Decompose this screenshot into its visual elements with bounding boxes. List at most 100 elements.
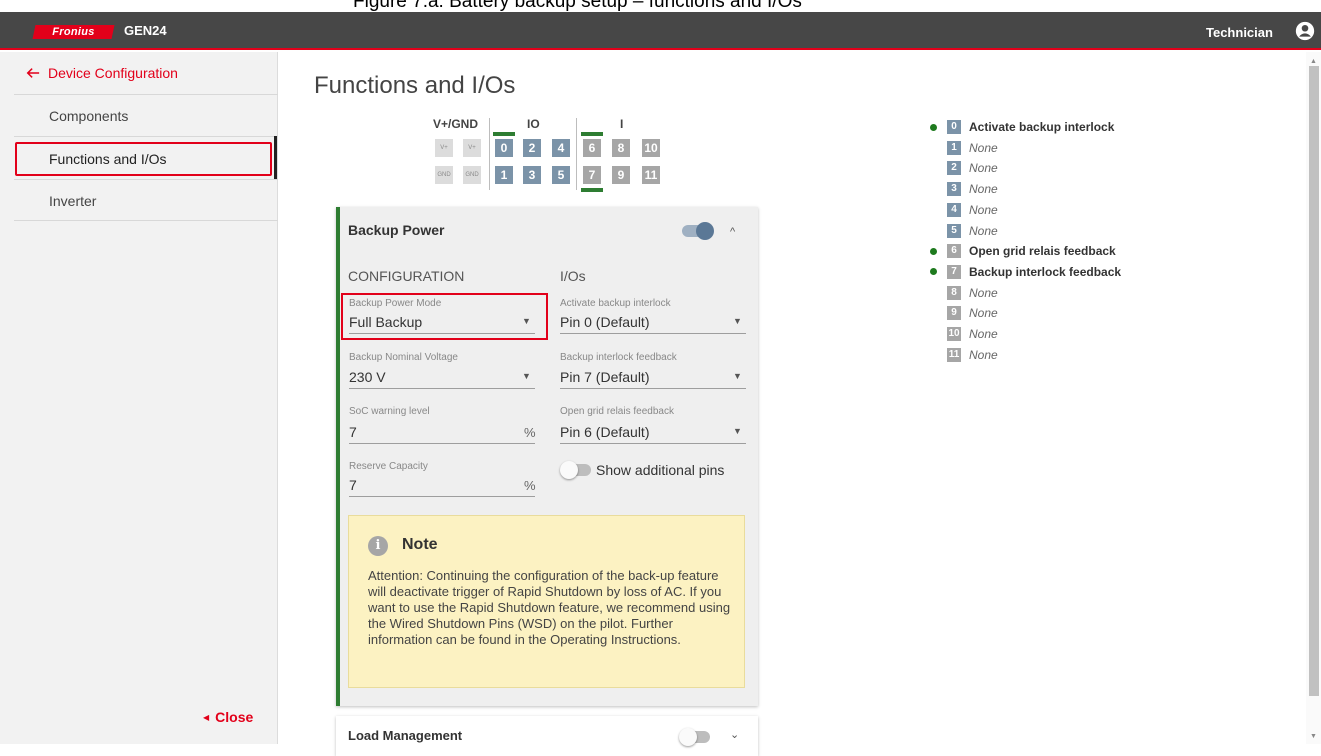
scroll-up-icon[interactable]: ▲: [1310, 58, 1317, 65]
field-underline: [560, 388, 746, 389]
reserve-value: 7: [349, 477, 357, 493]
chevron-down-icon[interactable]: ⌄: [730, 728, 739, 741]
pin-5[interactable]: 5: [552, 166, 570, 184]
pin-function-label: None: [969, 347, 998, 362]
back-link-label: Device Configuration: [48, 65, 178, 81]
info-icon: i: [368, 536, 388, 556]
soc-value: 7: [349, 424, 357, 440]
pin-badge: 6: [947, 244, 961, 259]
pin-6[interactable]: 6: [581, 132, 603, 157]
pin-1[interactable]: 1: [495, 166, 513, 184]
sidebar-item-functions-ios[interactable]: Functions and I/Os: [49, 151, 167, 167]
pin-gnd: GND: [463, 166, 481, 184]
toggle-knob: [560, 461, 578, 479]
pin-3[interactable]: 3: [523, 166, 541, 184]
note-title: Note: [402, 536, 438, 553]
page-title: Functions and I/Os: [314, 72, 516, 99]
sidebar-item-inverter[interactable]: Inverter: [49, 193, 96, 209]
pin-legend-item: 5 None: [930, 222, 998, 240]
note-text: Attention: Continuing the configuration …: [368, 568, 731, 647]
pin-function-label: Backup interlock feedback: [969, 264, 1122, 279]
caret-left-icon: ◀: [203, 712, 210, 722]
fronius-logo: Fronius: [32, 25, 115, 39]
field-underline: [349, 443, 535, 444]
divider: [14, 179, 278, 180]
close-label: Close: [215, 709, 254, 725]
pin-group-vgnd: V+/GND: [433, 117, 479, 131]
status-dot-icon: [930, 123, 937, 131]
pin-function-label: None: [969, 202, 998, 217]
status-dot-icon: [930, 247, 937, 255]
toggle-knob: [679, 728, 697, 746]
chevron-down-icon: ▼: [522, 316, 531, 326]
sidebar: Device Configuration Components Function…: [0, 52, 278, 744]
backup-power-title: Backup Power: [348, 222, 445, 238]
product-name: GEN24: [124, 23, 167, 38]
configuration-heading: CONFIGURATION: [348, 268, 465, 284]
chevron-down-icon: ▼: [733, 316, 742, 326]
soc-label: SoC warning level: [349, 406, 430, 417]
pin-v-plus: V+: [463, 139, 481, 157]
pin-badge: 3: [947, 182, 961, 197]
pin-legend-item: 7 Backup interlock feedback: [930, 263, 1121, 281]
pin-badge: 0: [947, 120, 961, 134]
pin-function-label: None: [969, 327, 998, 341]
field-underline: [349, 388, 535, 389]
pin-9[interactable]: 9: [612, 166, 630, 184]
divider: [489, 118, 490, 190]
soc-unit: %: [524, 425, 536, 440]
close-button[interactable]: ◀ Close: [203, 709, 253, 725]
pin-11[interactable]: 11: [642, 166, 660, 184]
pin-group-i: I: [620, 117, 624, 131]
field-underline: [349, 333, 535, 334]
arrow-left-icon: [26, 68, 40, 78]
reserve-label: Reserve Capacity: [349, 461, 428, 472]
chevron-down-icon: ▼: [522, 371, 531, 381]
toggle-knob: [696, 222, 714, 240]
pin-badge: 7: [947, 264, 961, 279]
divider: [14, 220, 278, 221]
pin-gnd: GND: [435, 166, 453, 184]
pin-badge: 9: [947, 306, 961, 321]
field-underline: [349, 496, 535, 497]
pin-7[interactable]: 7: [581, 166, 603, 192]
pin-0[interactable]: 0: [493, 132, 515, 157]
pin-legend-item: 4 None: [930, 201, 998, 219]
pin-4[interactable]: 4: [552, 139, 570, 157]
pin-badge: 8: [947, 285, 961, 300]
pin-badge: 5: [947, 223, 961, 238]
pin-legend-item: 6 Open grid relais feedback: [930, 242, 1116, 260]
load-management-title: Load Management: [348, 728, 463, 743]
scroll-down-icon[interactable]: ▼: [1310, 733, 1317, 740]
chevron-up-icon[interactable]: ^: [730, 226, 735, 238]
pin-function-label: Activate backup interlock: [969, 120, 1115, 134]
active-indicator: [274, 136, 277, 180]
backup-mode-label: Backup Power Mode: [349, 298, 442, 309]
sidebar-item-components[interactable]: Components: [49, 108, 128, 124]
pin-legend-item: 11 None: [930, 346, 998, 364]
pin-10[interactable]: 10: [642, 139, 660, 157]
pin-2[interactable]: 2: [523, 139, 541, 157]
pin-function-label: None: [969, 161, 998, 176]
feedback-value: Pin 7 (Default): [560, 369, 650, 385]
top-bar: Fronius GEN24 Technician: [0, 12, 1321, 50]
pin-8[interactable]: 8: [612, 139, 630, 157]
relais-value: Pin 6 (Default): [560, 424, 650, 440]
back-link[interactable]: Device Configuration: [26, 65, 178, 81]
figure-caption: Figure 7.a: Battery backup setup – funct…: [0, 0, 1321, 12]
pin-group-io: IO: [527, 117, 540, 131]
field-underline: [560, 443, 746, 444]
pin-function-label: None: [969, 140, 998, 155]
user-role[interactable]: Technician: [1206, 25, 1273, 40]
pin-function-label: None: [969, 285, 998, 300]
divider: [14, 136, 278, 137]
account-icon[interactable]: [1294, 20, 1316, 42]
interlock-label: Activate backup interlock: [560, 298, 671, 309]
status-dot-icon: [930, 268, 937, 276]
pin-badge: 1: [947, 140, 961, 155]
field-underline: [560, 333, 746, 334]
pin-legend-item: 1 None: [930, 139, 998, 157]
chevron-down-icon: ▼: [733, 371, 742, 381]
reserve-unit: %: [524, 478, 536, 493]
scrollbar-thumb[interactable]: [1309, 66, 1319, 696]
